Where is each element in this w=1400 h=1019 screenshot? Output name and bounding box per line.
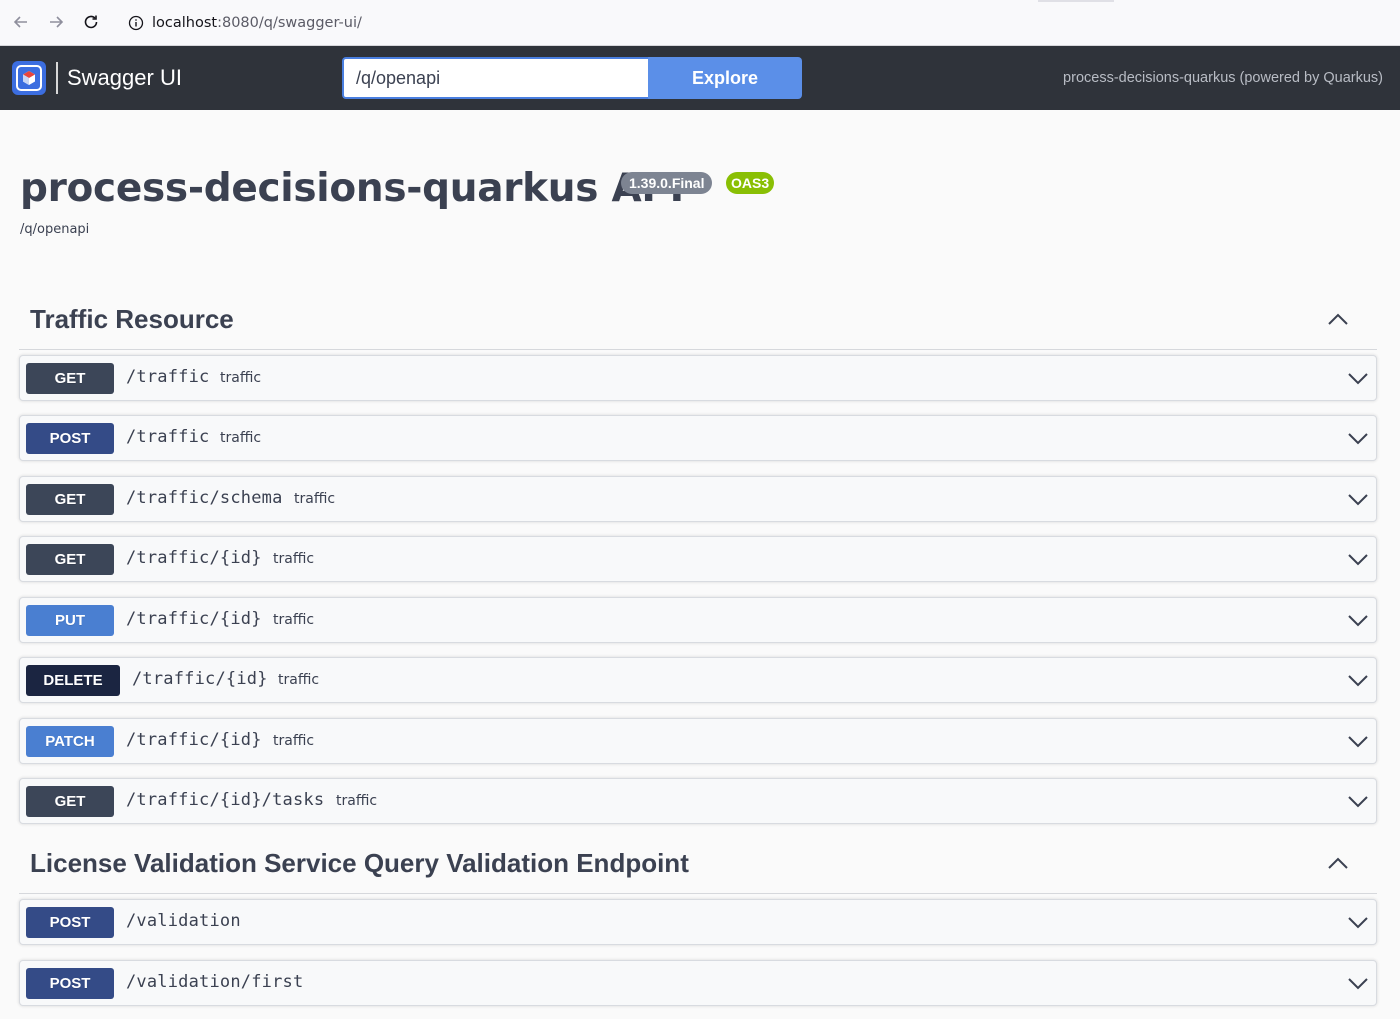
method-badge-get: GET xyxy=(26,544,114,575)
operation-path: /traffic/schema xyxy=(126,488,283,508)
operation-delete-traffic-id[interactable]: DELETE /traffic/{id} traffic xyxy=(19,657,1377,703)
operation-path: /traffic/{id} xyxy=(132,669,268,689)
method-badge-get: GET xyxy=(26,363,114,394)
spec-url-form: Explore xyxy=(342,57,802,99)
operation-path: /validation xyxy=(126,911,241,931)
back-icon[interactable] xyxy=(10,11,32,33)
spec-url-input[interactable] xyxy=(342,57,648,99)
tab-indicator xyxy=(1038,0,1114,2)
url-host: localhost xyxy=(152,15,218,31)
method-badge-post: POST xyxy=(26,968,114,999)
chevron-down-icon[interactable] xyxy=(1346,547,1370,571)
operation-tag: traffic xyxy=(294,491,336,507)
chevron-down-icon[interactable] xyxy=(1346,789,1370,813)
method-badge-patch: PATCH xyxy=(26,726,114,757)
chevron-down-icon[interactable] xyxy=(1346,910,1370,934)
method-badge-put: PUT xyxy=(26,605,114,636)
version-badge: 1.39.0.Final xyxy=(621,172,713,194)
operation-put-traffic-id[interactable]: PUT /traffic/{id} traffic xyxy=(19,597,1377,643)
chevron-down-icon[interactable] xyxy=(1346,729,1370,753)
operation-tag: traffic xyxy=(273,612,315,628)
operation-tag: traffic xyxy=(278,672,320,688)
reload-icon[interactable] xyxy=(80,11,102,33)
section-title: License Validation Service Query Validat… xyxy=(30,848,689,878)
operation-path: /traffic/{id} xyxy=(126,548,262,568)
operation-path: /traffic xyxy=(126,367,210,387)
brand-title[interactable]: Swagger UI xyxy=(67,65,182,91)
chevron-down-icon[interactable] xyxy=(1346,971,1370,995)
browser-toolbar: localhost:8080/q/swagger-ui/ xyxy=(0,0,1400,46)
operation-tag: traffic xyxy=(273,733,315,749)
chevron-up-icon[interactable] xyxy=(1325,306,1351,332)
operation-get-traffic[interactable]: GET /traffic traffic xyxy=(19,355,1377,401)
operation-post-traffic[interactable]: POST /traffic traffic xyxy=(19,415,1377,461)
url-path: :8080/q/swagger-ui/ xyxy=(217,15,362,31)
operation-post-validation[interactable]: POST /validation xyxy=(19,899,1377,945)
operation-path: /validation/first xyxy=(126,972,304,992)
operation-path: /traffic/{id} xyxy=(126,609,262,629)
chevron-up-icon[interactable] xyxy=(1325,850,1351,876)
spec-url-link[interactable]: /q/openapi xyxy=(20,222,89,237)
swagger-logo-icon[interactable] xyxy=(12,61,46,95)
chevron-down-icon[interactable] xyxy=(1346,487,1370,511)
info-icon[interactable] xyxy=(128,15,144,31)
powered-by-text: process-decisions-quarkus (powered by Qu… xyxy=(1063,70,1383,86)
method-badge-delete: DELETE xyxy=(26,665,120,696)
forward-icon[interactable] xyxy=(45,11,67,33)
section-title: Traffic Resource xyxy=(30,304,234,334)
method-badge-post: POST xyxy=(26,423,114,454)
chevron-down-icon[interactable] xyxy=(1346,668,1370,692)
method-badge-get: GET xyxy=(26,786,114,817)
method-badge-get: GET xyxy=(26,484,114,515)
operation-patch-traffic-id[interactable]: PATCH /traffic/{id} traffic xyxy=(19,718,1377,764)
explore-button[interactable]: Explore xyxy=(648,57,802,99)
operation-post-validation-first[interactable]: POST /validation/first xyxy=(19,960,1377,1006)
operation-path: /traffic xyxy=(126,427,210,447)
method-badge-post: POST xyxy=(26,907,114,938)
chevron-down-icon[interactable] xyxy=(1346,608,1370,632)
address-bar[interactable]: localhost:8080/q/swagger-ui/ xyxy=(128,12,362,34)
operation-tag: traffic xyxy=(220,370,262,386)
api-title: process-decisions-quarkus API xyxy=(20,166,684,211)
section-header-traffic-resource[interactable]: Traffic Resource xyxy=(19,292,1377,350)
operation-get-traffic-id[interactable]: GET /traffic/{id} traffic xyxy=(19,536,1377,582)
chevron-down-icon[interactable] xyxy=(1346,426,1370,450)
operation-path: /traffic/{id} xyxy=(126,730,262,750)
section-header-license-validation[interactable]: License Validation Service Query Validat… xyxy=(19,836,1377,894)
operation-tag: traffic xyxy=(273,551,315,567)
operation-get-traffic-id-tasks[interactable]: GET /traffic/{id}/tasks traffic xyxy=(19,778,1377,824)
logo-divider xyxy=(56,62,58,94)
operation-tag: traffic xyxy=(336,793,378,809)
oas-badge: OAS3 xyxy=(726,172,775,194)
operation-path: /traffic/{id}/tasks xyxy=(126,790,325,810)
operation-get-traffic-schema[interactable]: GET /traffic/schema traffic xyxy=(19,476,1377,522)
operation-tag: traffic xyxy=(220,430,262,446)
chevron-down-icon[interactable] xyxy=(1346,366,1370,390)
